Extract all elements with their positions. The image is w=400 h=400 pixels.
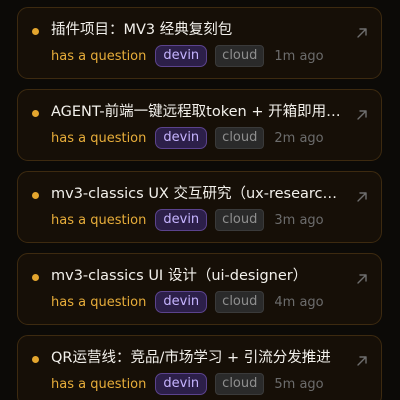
timestamp: 2m ago xyxy=(274,130,324,146)
agent-tag: devin xyxy=(155,127,208,149)
status-text: has a question xyxy=(51,212,147,228)
environment-tag: cloud xyxy=(215,45,265,67)
status-text: has a question xyxy=(51,376,147,392)
session-meta: has a question devin cloud 5m ago xyxy=(51,373,324,395)
arrow-up-right-icon[interactable] xyxy=(355,272,369,286)
session-list: 插件项目：MV3 经典复刻包 has a question devin clou… xyxy=(0,0,400,400)
session-title[interactable]: 插件项目：MV3 经典复刻包 xyxy=(51,19,343,41)
status-text: has a question xyxy=(51,130,147,146)
session-meta: has a question devin cloud 3m ago xyxy=(51,209,324,231)
timestamp: 1m ago xyxy=(274,48,324,64)
session-meta: has a question devin cloud 1m ago xyxy=(51,45,324,67)
agent-tag: devin xyxy=(155,291,208,313)
agent-tag: devin xyxy=(155,209,208,231)
arrow-up-right-icon[interactable] xyxy=(355,26,369,40)
status-text: has a question xyxy=(51,48,147,64)
status-dot xyxy=(32,28,39,35)
timestamp: 3m ago xyxy=(274,212,324,228)
environment-tag: cloud xyxy=(215,209,265,231)
session-title[interactable]: QR运营线：竞品/市场学习 + 引流分发推进 xyxy=(51,347,343,369)
environment-tag: cloud xyxy=(215,373,265,395)
status-dot xyxy=(32,356,39,363)
agent-tag: devin xyxy=(155,373,208,395)
status-dot xyxy=(32,110,39,117)
session-meta: has a question devin cloud 4m ago xyxy=(51,291,324,313)
environment-tag: cloud xyxy=(215,127,265,149)
environment-tag: cloud xyxy=(215,291,265,313)
session-meta: has a question devin cloud 2m ago xyxy=(51,127,324,149)
session-card[interactable]: QR运营线：竞品/市场学习 + 引流分发推进 has a question de… xyxy=(17,335,382,400)
status-dot xyxy=(32,192,39,199)
session-card[interactable]: 插件项目：MV3 经典复刻包 has a question devin clou… xyxy=(17,7,382,79)
status-text: has a question xyxy=(51,294,147,310)
arrow-up-right-icon[interactable] xyxy=(355,354,369,368)
session-title[interactable]: mv3-classics UI 设计（ui-designer） xyxy=(51,265,343,287)
timestamp: 4m ago xyxy=(274,294,324,310)
arrow-up-right-icon[interactable] xyxy=(355,108,369,122)
arrow-up-right-icon[interactable] xyxy=(355,190,369,204)
session-card[interactable]: mv3-classics UX 交互研究（ux-research… has a … xyxy=(17,171,382,243)
session-title[interactable]: mv3-classics UX 交互研究（ux-research… xyxy=(51,183,343,205)
session-title[interactable]: AGENT-前端一键远程取token + 开箱即用… xyxy=(51,101,343,123)
status-dot xyxy=(32,274,39,281)
agent-tag: devin xyxy=(155,45,208,67)
session-card[interactable]: AGENT-前端一键远程取token + 开箱即用… has a questio… xyxy=(17,89,382,161)
session-card[interactable]: mv3-classics UI 设计（ui-designer） has a qu… xyxy=(17,253,382,325)
timestamp: 5m ago xyxy=(274,376,324,392)
